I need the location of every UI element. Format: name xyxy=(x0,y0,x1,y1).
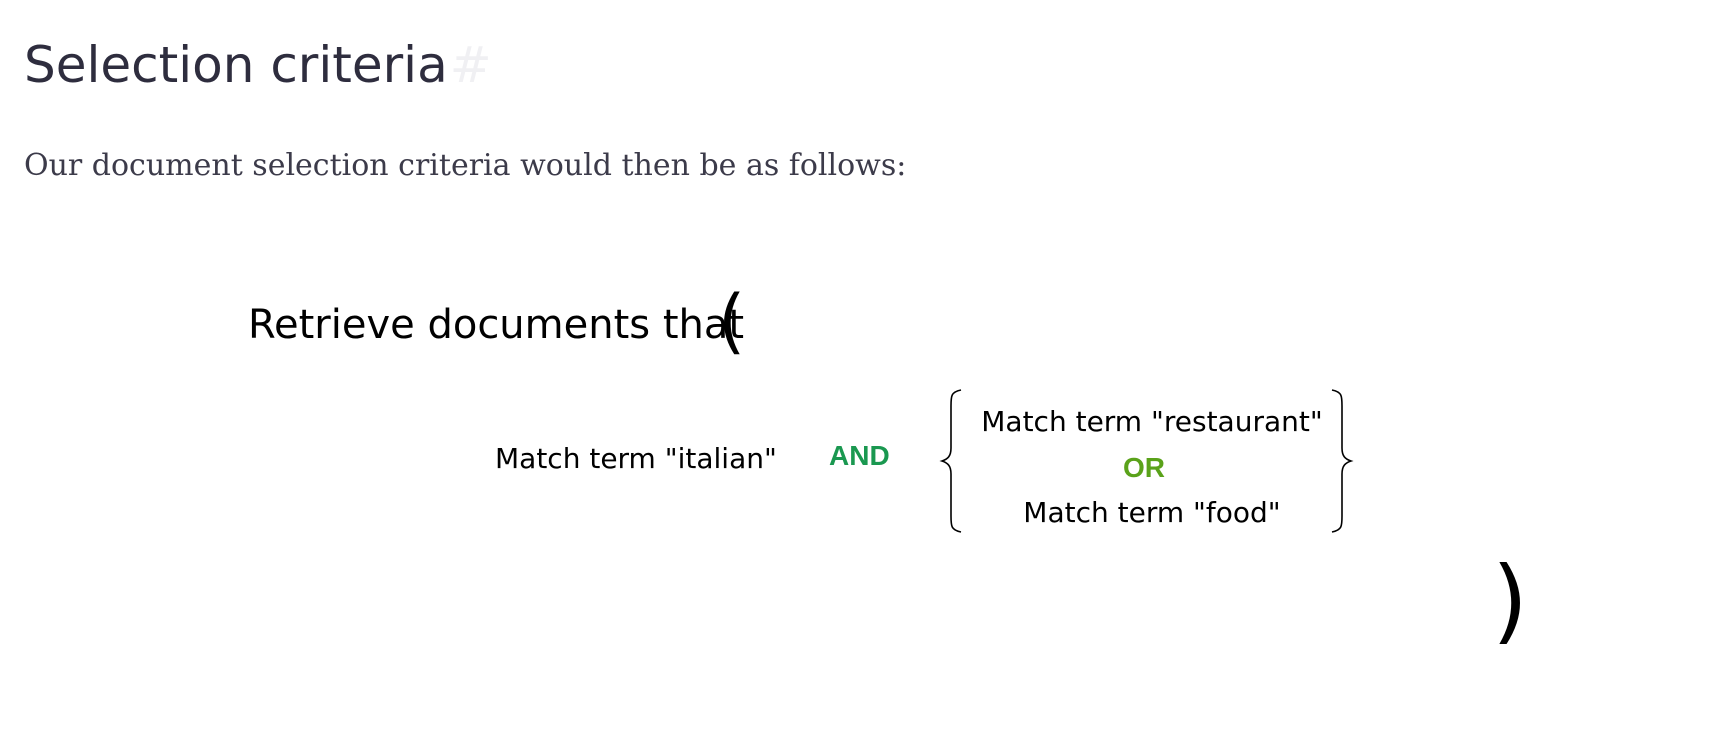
left-curly-brace xyxy=(939,389,962,533)
selection-criteria-diagram: Retrieve documents that ( Match term "it… xyxy=(248,280,1528,654)
or-operator: OR xyxy=(1123,452,1165,483)
open-paren: ( xyxy=(718,280,745,362)
and-operator: AND xyxy=(829,440,890,471)
close-paren: ) xyxy=(1492,547,1528,654)
term-italian: Match term "italian" xyxy=(495,442,777,475)
term-restaurant: Match term "restaurant" xyxy=(981,405,1322,438)
term-food: Match term "food" xyxy=(1023,496,1280,529)
right-curly-brace xyxy=(1331,389,1354,533)
lead-text: Retrieve documents that xyxy=(248,302,744,348)
